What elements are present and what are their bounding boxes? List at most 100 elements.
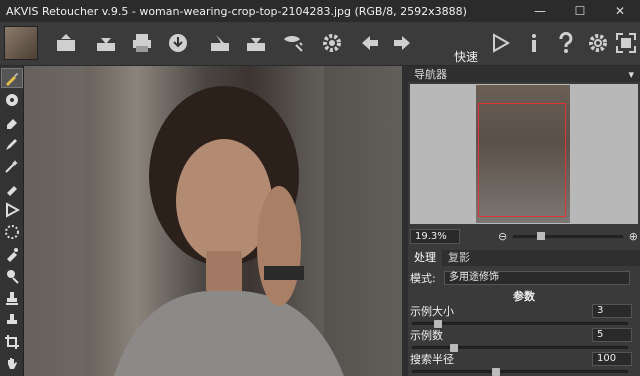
share-icon — [284, 36, 303, 52]
crop-icon — [5, 335, 19, 349]
export-button[interactable] — [242, 28, 270, 58]
app-logo — [4, 26, 38, 60]
param-slider[interactable] — [412, 368, 628, 376]
zoom-slider[interactable] — [513, 231, 623, 240]
hand-tool[interactable] — [1, 354, 23, 374]
batch-icon — [211, 35, 229, 51]
pencil-icon — [6, 139, 17, 150]
settings-gear-icon — [323, 34, 341, 52]
stamp-tool[interactable] — [1, 266, 23, 286]
eraser-tool[interactable] — [1, 112, 23, 132]
info-button[interactable] — [520, 28, 548, 58]
param-label: 搜索半径 — [410, 353, 454, 366]
navigator-thumbnail — [476, 85, 570, 223]
patch-icon — [6, 94, 18, 106]
minimize-button[interactable]: — — [520, 0, 560, 22]
param-value-input[interactable]: 3 — [592, 304, 632, 318]
magic-wand-tool[interactable] — [1, 156, 23, 176]
print-button[interactable] — [128, 28, 156, 58]
back-button[interactable] — [356, 28, 384, 58]
fullscreen-icon — [616, 33, 636, 53]
title-bar: AKVIS Retoucher v.9.5 - woman-wearing-cr… — [0, 0, 640, 22]
share-button[interactable] — [280, 28, 308, 58]
gear-button[interactable] — [318, 28, 346, 58]
zoom-out-icon[interactable]: ⊖ — [498, 230, 507, 243]
params-section-title: 参数 — [513, 290, 535, 303]
mode-select[interactable]: 多用途修饰 — [444, 271, 630, 285]
tool-palette — [0, 66, 24, 376]
print-icon — [133, 34, 151, 52]
stamp-clone-tool[interactable] — [1, 310, 23, 330]
open-button[interactable] — [52, 28, 80, 58]
save-icon — [97, 38, 115, 51]
image-canvas[interactable] — [24, 66, 402, 376]
triangle-icon — [6, 202, 20, 218]
param-slider[interactable] — [412, 344, 628, 352]
save-button[interactable] — [92, 28, 120, 58]
main-toolbar: 快速 高级 — [0, 22, 640, 82]
collapse-icon[interactable]: ▾ — [628, 68, 634, 81]
forward-button[interactable] — [388, 28, 416, 58]
forward-icon — [394, 36, 410, 50]
zoom-select[interactable]: 19.3% — [410, 228, 460, 244]
panel-tabs: 处理 复影 — [408, 250, 640, 266]
param-value-input[interactable]: 100 — [592, 352, 632, 366]
export-icon — [247, 38, 265, 51]
param-row: 示例大小 3 — [410, 302, 638, 320]
preferences-icon — [589, 34, 607, 52]
param-slider[interactable] — [412, 320, 628, 328]
help-icon — [559, 31, 573, 53]
back-icon — [362, 36, 378, 50]
mode-quick[interactable]: 快速 — [452, 48, 480, 66]
zoom-controls: ⊖ ⊕ — [498, 228, 638, 244]
brush-icon — [6, 73, 18, 86]
magic-wand-icon — [5, 160, 18, 173]
preferences-button[interactable] — [584, 28, 612, 58]
navigator-viewport-frame[interactable] — [478, 103, 566, 217]
crop-tool[interactable] — [1, 332, 23, 352]
run-icon — [493, 33, 511, 53]
rubber-stamp-icon — [6, 292, 18, 305]
batch-button[interactable] — [206, 28, 234, 58]
play-tool[interactable] — [1, 200, 23, 220]
patch-tool[interactable] — [1, 90, 23, 110]
mode-row: 模式: 多用途修饰 — [410, 269, 638, 287]
window-title: AKVIS Retoucher v.9.5 - woman-wearing-cr… — [6, 4, 467, 18]
param-value-input[interactable]: 5 — [592, 328, 632, 342]
stamp-icon — [7, 270, 19, 284]
clone-tool[interactable] — [1, 222, 23, 242]
clone-icon — [5, 225, 19, 239]
retouch-tool[interactable] — [1, 68, 23, 88]
help-button[interactable] — [552, 28, 580, 58]
tab-process[interactable]: 处理 — [408, 250, 442, 266]
param-label: 示例数 — [410, 329, 443, 342]
navigator-title: 导航器 — [414, 68, 447, 81]
open-icon — [57, 34, 75, 51]
close-button[interactable]: ✕ — [600, 0, 640, 22]
photo — [24, 66, 402, 376]
eraser-icon — [7, 119, 17, 129]
zoom-in-icon[interactable]: ⊕ — [629, 230, 638, 243]
stamp-alt-tool[interactable] — [1, 288, 23, 308]
param-row: 示例数 5 — [410, 326, 638, 344]
navigator-preview[interactable] — [410, 84, 638, 224]
param-slider-knob[interactable] — [492, 368, 500, 376]
hand-icon — [8, 358, 17, 369]
chameleon-icon — [7, 248, 18, 262]
pencil-tool[interactable] — [1, 134, 23, 154]
zoom-slider-knob[interactable] — [537, 231, 546, 240]
param-row: 搜索半径 100 — [410, 350, 638, 368]
remove-icon — [7, 186, 17, 196]
chameleon-tool[interactable] — [1, 244, 23, 264]
navigator-header: 导航器 ▾ — [408, 66, 640, 82]
remove-tool[interactable] — [1, 178, 23, 198]
window-controls: — ☐ ✕ — [520, 0, 640, 22]
run-button[interactable] — [486, 28, 514, 58]
info-icon — [532, 34, 536, 52]
tab-clone[interactable]: 复影 — [442, 250, 476, 266]
maximize-button[interactable]: ☐ — [560, 0, 600, 22]
import-button[interactable] — [164, 28, 192, 58]
param-label: 示例大小 — [410, 305, 454, 318]
fullscreen-button[interactable] — [612, 28, 640, 58]
zoom-row: 19.3% ⊖ ⊕ — [410, 228, 638, 244]
